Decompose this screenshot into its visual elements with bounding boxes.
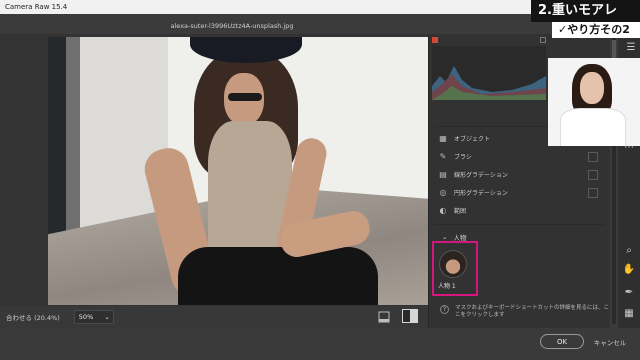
zoom-value: 50% [78, 313, 94, 321]
fit-zoom-label[interactable]: 合わせる (20.4%) [6, 312, 60, 322]
ok-button[interactable]: OK [540, 334, 584, 349]
tool-linear-gradient[interactable]: ▤ 線形グラデーション [438, 167, 508, 181]
panel-divider [434, 224, 604, 225]
tool-label: 円形グラデーション [454, 189, 508, 197]
eyedropper-icon[interactable]: ✒ [622, 285, 636, 299]
presenter-webcam [548, 58, 640, 146]
radial-gradient-shortcut-button[interactable] [588, 188, 598, 198]
tool-label: オブジェクト [454, 135, 491, 143]
zoom-tool-icon[interactable]: ⌕ [622, 243, 636, 257]
photo-preview[interactable] [48, 37, 428, 305]
tool-brush[interactable]: ✎ ブラシ [438, 149, 472, 163]
person-label: 人物 1 [438, 283, 456, 290]
photo-sunglasses [228, 93, 262, 101]
hand-tool-icon[interactable]: ✋ [622, 262, 636, 276]
window-title: Camera Raw 15.4 [5, 3, 68, 11]
grid-icon[interactable]: ▦ [622, 306, 636, 320]
video-banner-subtitle: ✓やり方その2 [552, 22, 640, 38]
histogram [432, 46, 546, 100]
chevron-down-icon: ⌄ [104, 313, 110, 321]
zoom-select[interactable]: 50% ⌄ [73, 310, 114, 324]
camera-raw-window: Camera Raw 15.4 alexa-suter-l3996Uztz4A-… [0, 0, 640, 360]
object-selection-icon: ▦ [439, 133, 447, 143]
sliders-icon[interactable]: ☰ [624, 40, 638, 54]
person-thumbnail[interactable] [439, 250, 467, 278]
chevron-down-icon: ⌄ [442, 233, 448, 241]
presenter-face [580, 72, 604, 104]
tool-label: ブラシ [454, 153, 472, 161]
tool-range[interactable]: ◐ 範囲 [438, 203, 467, 217]
shadow-clipping-warning-icon[interactable] [432, 37, 438, 43]
highlight-clipping-warning-icon[interactable] [540, 37, 546, 43]
presenter-body [560, 108, 626, 146]
bottom-bar: 合わせる (20.4%) 50% ⌄ [0, 306, 428, 328]
linear-gradient-icon: ▤ [439, 169, 447, 179]
photo-skirt [178, 247, 378, 305]
radial-gradient-icon: ◎ [439, 187, 447, 197]
mask-help-text: マスクおよびキーボードショートカットの詳細を見るには、ここをクリックします [455, 305, 610, 318]
brush-shortcut-button[interactable] [588, 152, 598, 162]
brush-icon: ✎ [439, 151, 447, 161]
linear-gradient-shortcut-button[interactable] [588, 170, 598, 180]
help-icon: ? [440, 305, 449, 314]
cancel-button[interactable]: キャンセル [590, 334, 630, 349]
single-view-icon[interactable] [378, 311, 390, 323]
file-name: alexa-suter-l3996Uztz4A-unsplash.jpg [170, 22, 294, 30]
tool-label: 範囲 [454, 207, 467, 215]
mask-help-row[interactable]: ? マスクおよびキーボードショートカットの詳細を見るには、ここをクリックします [440, 305, 610, 319]
tool-object[interactable]: ▦ オブジェクト [438, 131, 490, 145]
range-mask-icon: ◐ [439, 205, 447, 215]
tool-label: 線形グラデーション [454, 171, 508, 179]
video-banner-title: 2.重いモアレ [531, 0, 640, 22]
before-after-view-icon[interactable] [402, 309, 418, 323]
tool-radial-gradient[interactable]: ◎ 円形グラデーション [438, 185, 508, 199]
